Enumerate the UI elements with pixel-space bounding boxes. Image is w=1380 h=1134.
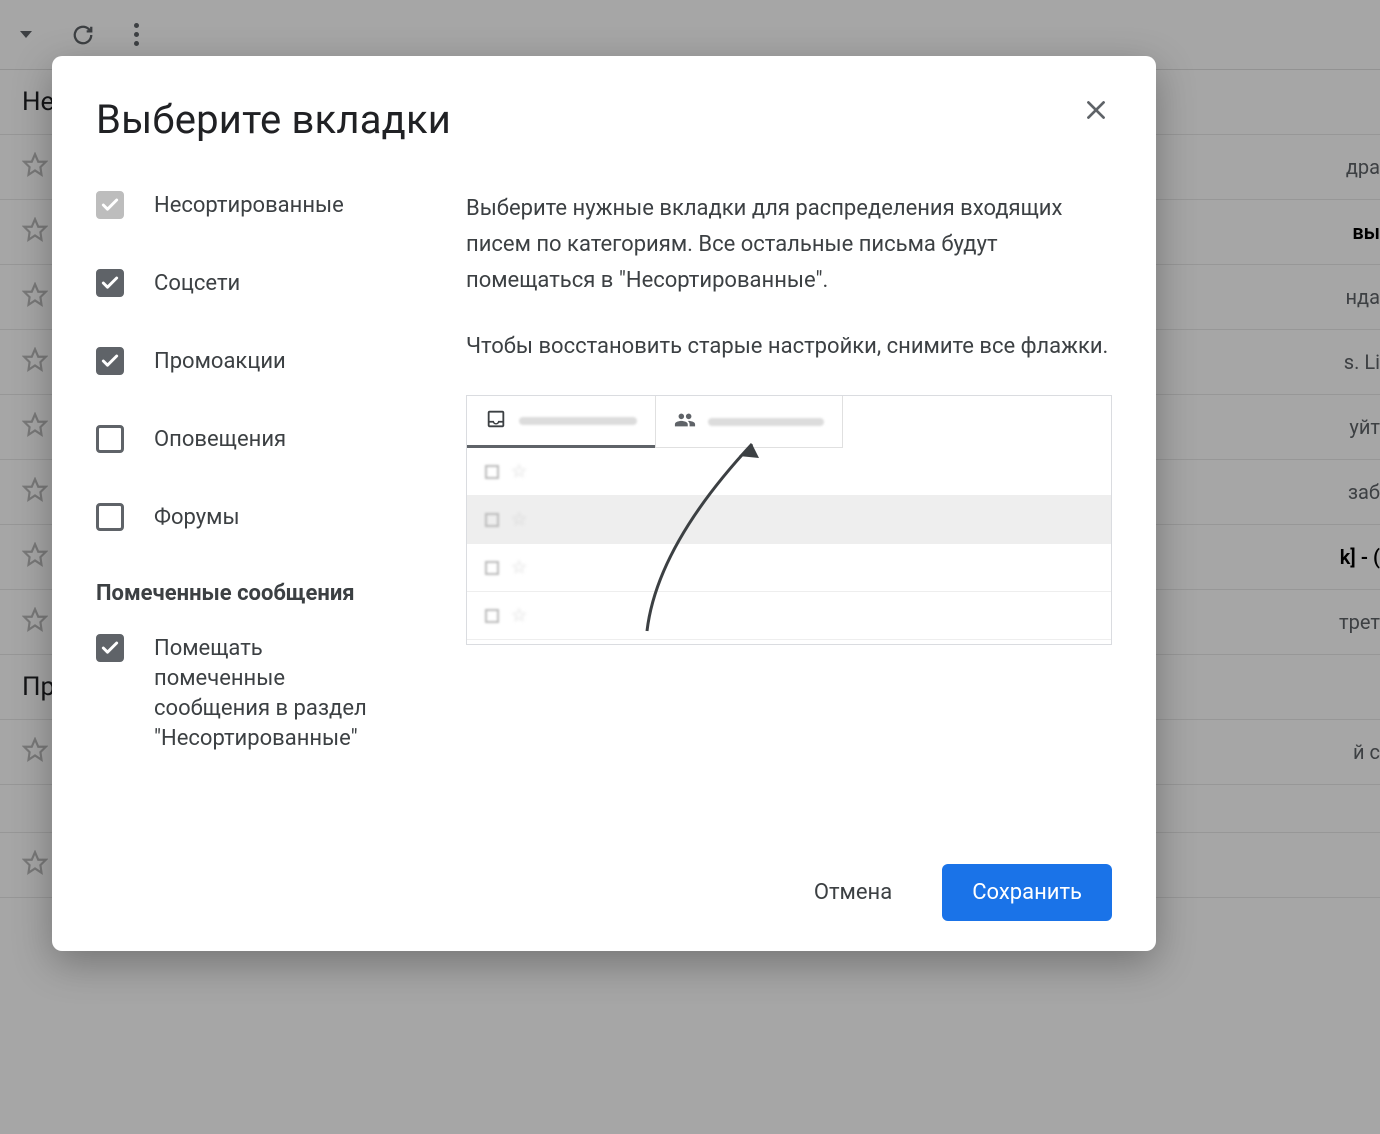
tab-checkbox-forums[interactable]: Форумы — [96, 503, 416, 533]
starred-in-primary-checkbox[interactable]: Помещать помеченные сообщения в раздел "… — [96, 634, 416, 754]
close-button[interactable] — [1076, 92, 1116, 132]
checkbox[interactable] — [96, 269, 124, 297]
checkbox-label: Форумы — [154, 503, 240, 533]
tab-checkbox-promotions[interactable]: Промоакции — [96, 347, 416, 377]
cancel-button[interactable]: Отмена — [792, 868, 914, 917]
checkbox-label: Несортированные — [154, 191, 344, 221]
checkbox — [96, 191, 124, 219]
inbox-icon — [485, 408, 507, 434]
tab-checkbox-updates[interactable]: Оповещения — [96, 425, 416, 455]
checkbox-label: Промоакции — [154, 347, 286, 377]
tab-checkbox-primary: Несортированные — [96, 191, 416, 221]
close-icon — [1083, 97, 1109, 127]
dialog-description: Выберите нужные вкладки для распределени… — [466, 191, 1112, 365]
dialog-title: Выберите вкладки — [96, 96, 451, 143]
starred-section-heading: Помеченные сообщения — [96, 581, 416, 606]
save-button[interactable]: Сохранить — [942, 864, 1112, 921]
checkbox[interactable] — [96, 425, 124, 453]
tabs-preview-illustration: ☆ ☆ ☆ ☆ — [466, 395, 1112, 645]
checkbox-label: Помещать помеченные сообщения в раздел "… — [154, 634, 394, 754]
people-icon — [674, 409, 696, 435]
select-tabs-dialog: Выберите вкладки Несортированные Соцсети — [52, 56, 1156, 951]
checkbox-label: Оповещения — [154, 425, 286, 455]
checkbox-label: Соцсети — [154, 269, 240, 299]
checkbox[interactable] — [96, 634, 124, 662]
checkbox[interactable] — [96, 347, 124, 375]
checkbox[interactable] — [96, 503, 124, 531]
tab-checkbox-social[interactable]: Соцсети — [96, 269, 416, 299]
